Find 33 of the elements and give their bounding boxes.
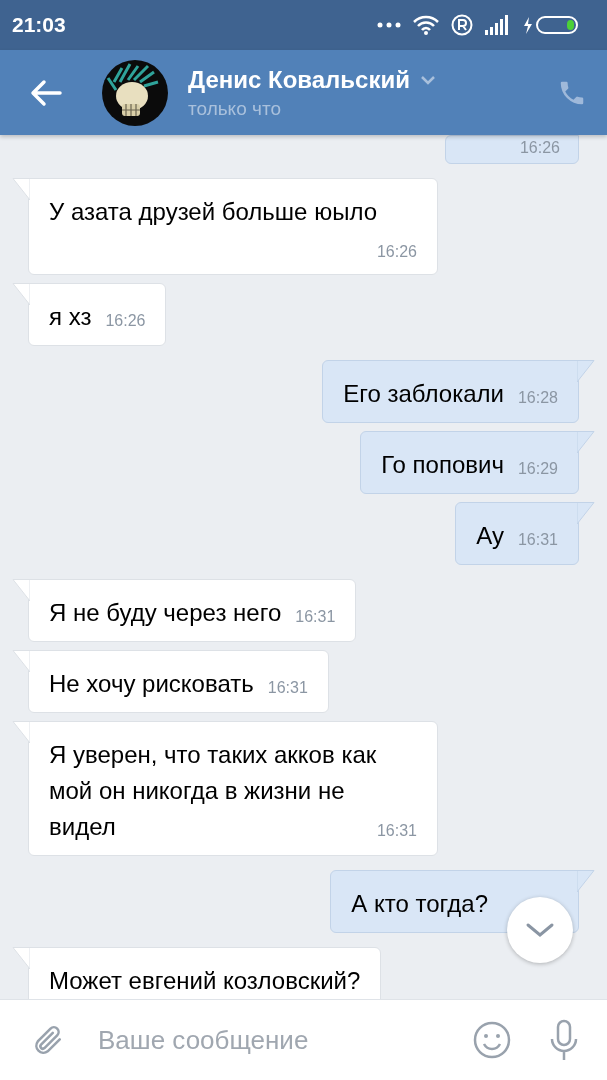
message-time: 16:26: [519, 138, 560, 158]
roaming-icon: [451, 14, 473, 36]
battery-icon: [521, 15, 579, 35]
message-text: Го попович: [381, 451, 504, 478]
message-time: 16:29: [517, 459, 558, 479]
emoji-button[interactable]: [473, 1021, 511, 1059]
message-text: Может евгений козловский?: [49, 967, 361, 994]
message-time: 16:31: [376, 821, 417, 841]
last-seen: только что: [188, 97, 282, 120]
message-text: Я уверен, что таких акков как мой он никогда в жизни не видел: [49, 741, 377, 840]
more-icon: [377, 22, 401, 28]
message-text: я хз: [49, 303, 92, 330]
wifi-icon: [413, 15, 439, 35]
message-text: Не хочу рисковать: [49, 670, 254, 697]
scroll-down-button[interactable]: [507, 897, 573, 963]
message-text: Ау: [476, 522, 504, 549]
message-time: 16:31: [517, 530, 558, 550]
message-text: Его заблокали: [343, 380, 504, 407]
message-time: 16:26: [105, 311, 146, 331]
message-text: Я не буду через него: [49, 599, 282, 626]
chevron-down-icon: [525, 922, 555, 938]
microphone-button[interactable]: [549, 1019, 579, 1061]
message-time: 16:28: [517, 388, 558, 408]
chevron-down-icon[interactable]: [419, 74, 436, 85]
message-text: У азата друзей больше юыло: [49, 198, 377, 225]
message-time: 16:31: [267, 678, 308, 698]
contact-name[interactable]: Денис Ковальский: [188, 65, 410, 94]
signal-icon: [485, 15, 509, 35]
back-button[interactable]: [30, 78, 62, 107]
message-time: 16:31: [295, 607, 336, 627]
message-text: А кто тогда?: [351, 890, 488, 917]
message-time: 16:26: [376, 242, 417, 262]
status-time: 21:03: [12, 13, 66, 37]
